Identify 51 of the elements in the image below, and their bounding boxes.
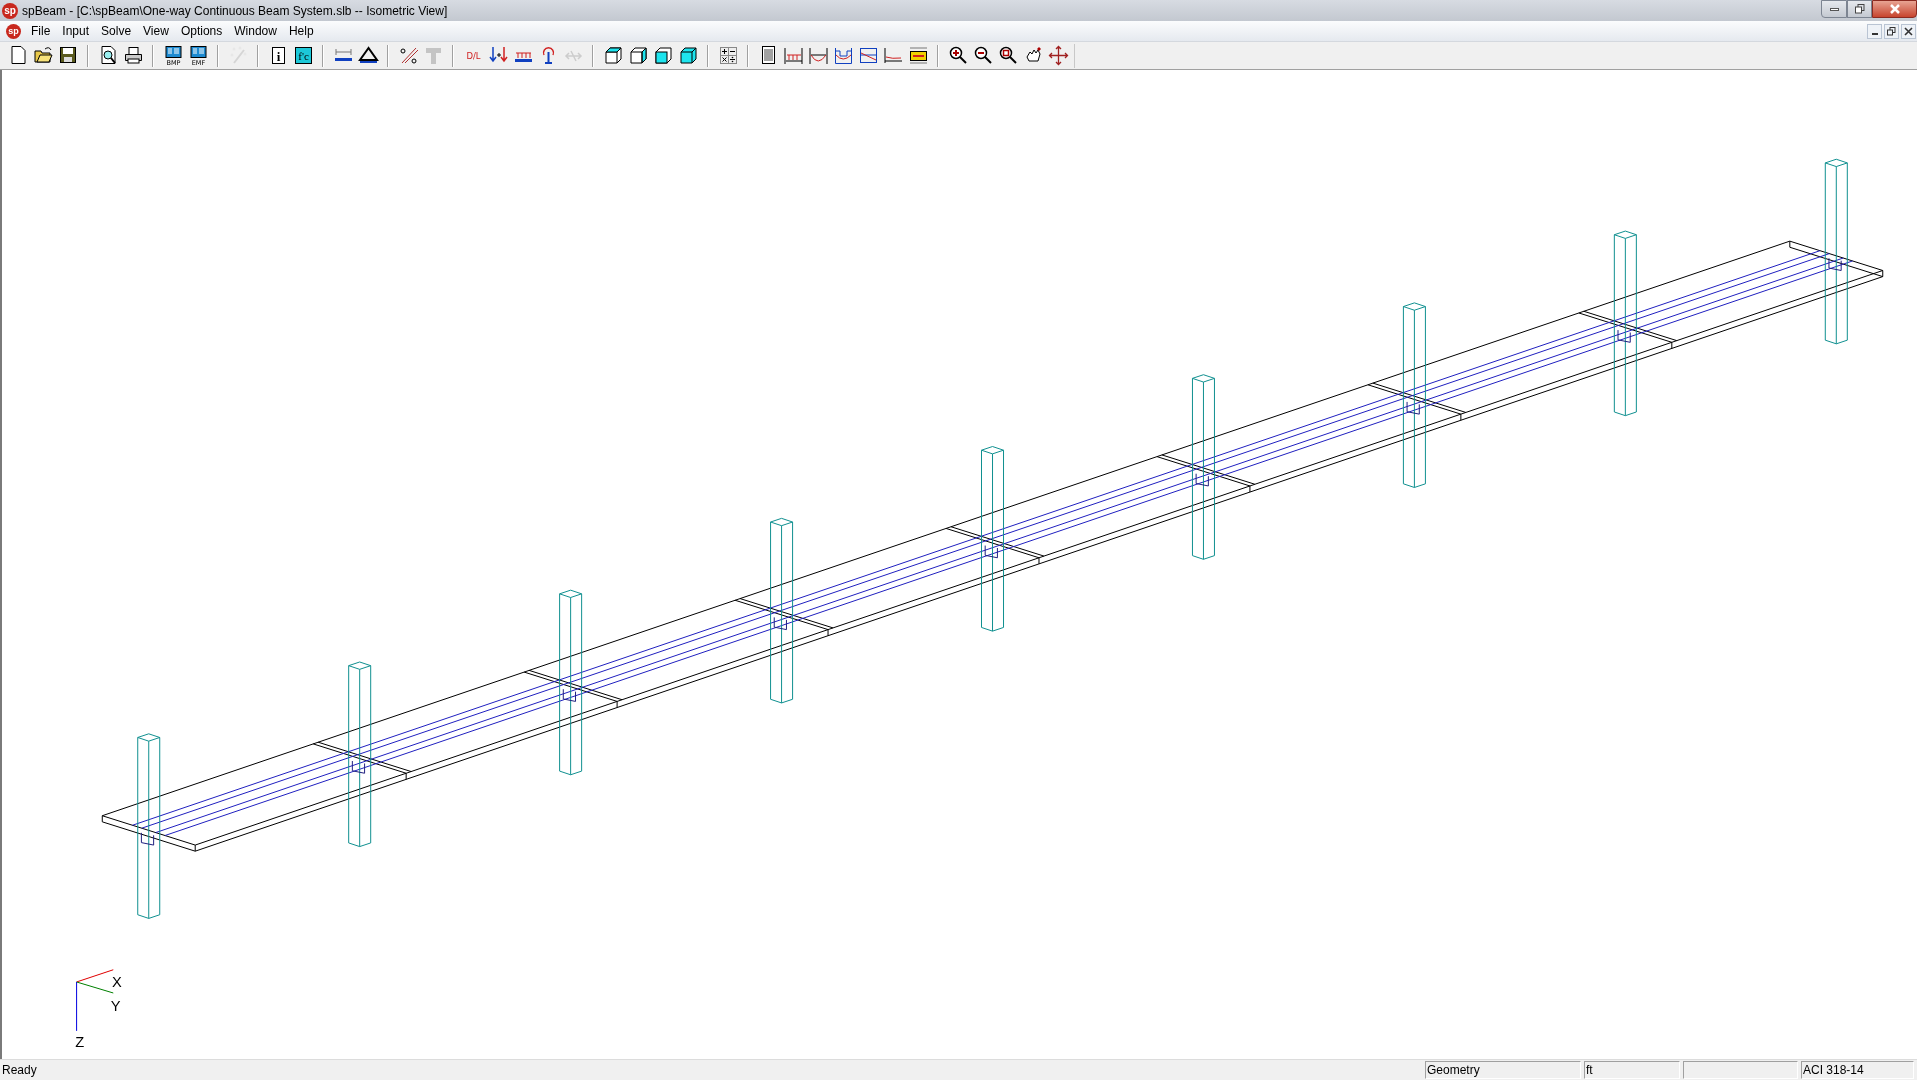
minimize-button[interactable] — [1821, 0, 1847, 18]
restore-icon — [1887, 26, 1896, 36]
toolbar-button[interactable]: f'c — [291, 43, 315, 68]
support-triangle-icon — [357, 45, 379, 66]
cube-icon — [602, 45, 624, 66]
axis-label: X — [112, 973, 122, 990]
status-message: Ready — [1, 1062, 38, 1079]
cube-icon — [627, 45, 649, 66]
menu-item[interactable]: Input — [56, 22, 96, 40]
percent-hatch-icon — [397, 45, 419, 66]
deflection-diagram-icon — [857, 45, 879, 66]
maximize-icon — [1854, 4, 1865, 14]
app-logo-icon[interactable]: sp — [2, 2, 18, 19]
toolbar-button[interactable]: D/L — [461, 43, 485, 68]
beam-section-icon — [907, 45, 929, 66]
menu-item[interactable]: Solve — [95, 22, 138, 40]
shear-diagram-icon — [832, 45, 854, 66]
reinforcement-diagram-icon — [882, 45, 904, 66]
maximize-button[interactable] — [1847, 0, 1872, 18]
status-pane: ACI 318-14 — [1801, 1061, 1914, 1079]
printer-icon — [122, 45, 144, 66]
load-diagram-icon — [782, 45, 804, 66]
axis-label: Z — [75, 1033, 85, 1050]
close-icon — [1904, 26, 1913, 36]
open-folder-icon — [32, 45, 54, 66]
status-pane: ft — [1584, 1061, 1680, 1079]
toolbar-button[interactable]: i — [266, 43, 290, 68]
save-icon — [57, 45, 79, 66]
app-logo-icon[interactable]: sp — [6, 23, 21, 39]
minimize-button[interactable] — [1867, 23, 1882, 39]
menu-item[interactable]: Options — [174, 22, 229, 40]
move-arrows-icon — [1047, 45, 1069, 66]
zoom-in-icon — [947, 45, 969, 66]
calculator-icon — [717, 45, 739, 66]
axis-label: Y — [110, 998, 121, 1015]
moment-diagram-icon — [807, 45, 829, 66]
close-button[interactable] — [1901, 23, 1916, 39]
restore-button[interactable] — [1884, 23, 1899, 39]
cube-icon — [677, 45, 699, 66]
window-title: spBeam - [C:\spBeam\One-way Continuous Beam System.slb -- Isometric View] — [22, 2, 448, 20]
menu-item[interactable]: File — [25, 22, 57, 40]
status-pane: Geometry — [1425, 1061, 1581, 1079]
menu-item[interactable]: Window — [228, 22, 283, 40]
close-icon — [1888, 4, 1901, 14]
zoom-out-icon — [972, 45, 994, 66]
menu-item[interactable]: Help — [282, 22, 320, 40]
menu-item[interactable]: View — [137, 22, 175, 40]
cube-icon — [652, 45, 674, 66]
zoom-window-icon — [997, 45, 1019, 66]
close-button[interactable] — [1872, 0, 1917, 18]
toolbar-button[interactable] — [1046, 43, 1070, 68]
